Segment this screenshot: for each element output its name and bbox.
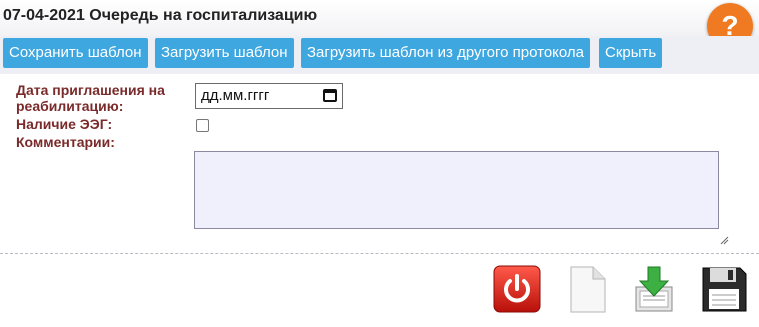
date-placeholder: дд.мм.гггг xyxy=(201,87,270,104)
power-icon[interactable] xyxy=(493,265,541,313)
load-template-from-other-protocol-button[interactable]: Загрузить шаблон из другого протокола xyxy=(301,38,591,68)
calendar-icon[interactable] xyxy=(323,89,337,102)
invite-date-label: Дата приглашения на реабилитацию: xyxy=(16,82,165,114)
hide-button[interactable]: Скрыть xyxy=(599,38,663,68)
blank-document-icon[interactable] xyxy=(563,265,611,313)
eeg-checkbox[interactable] xyxy=(196,119,209,132)
floppy-disk-icon[interactable] xyxy=(700,265,748,313)
resize-handle-icon[interactable] xyxy=(719,235,729,245)
title-bar: 07-04-2021 Очередь на госпитализацию xyxy=(0,0,759,36)
load-template-button[interactable]: Загрузить шаблон xyxy=(155,38,294,68)
comments-textarea[interactable] xyxy=(194,151,719,229)
toolbar: Сохранить шаблон Загрузить шаблон Загруз… xyxy=(0,36,759,74)
invite-date-input[interactable]: дд.мм.гггг xyxy=(195,83,343,109)
save-template-button[interactable]: Сохранить шаблон xyxy=(3,38,148,68)
divider xyxy=(0,253,759,254)
download-icon[interactable] xyxy=(630,265,678,313)
eeg-label: Наличие ЭЭГ: xyxy=(16,116,113,132)
comments-label: Комментарии: xyxy=(16,134,115,150)
page-title: 07-04-2021 Очередь на госпитализацию xyxy=(3,7,318,24)
